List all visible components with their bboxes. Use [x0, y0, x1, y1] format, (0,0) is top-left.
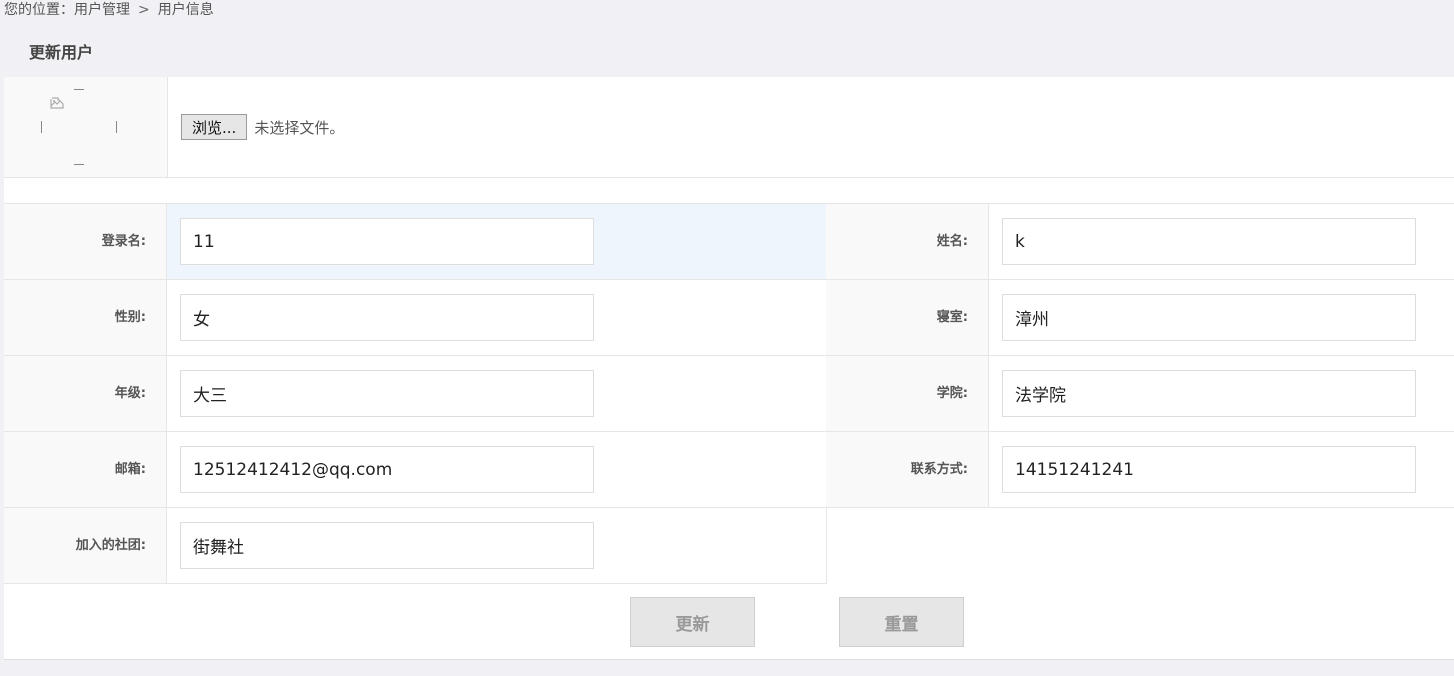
- form-row-login: 登录名: 姓名:: [4, 204, 1454, 280]
- email-label: 邮箱:: [4, 432, 167, 507]
- real-name-cell: [989, 204, 1454, 279]
- breadcrumb-prefix: 您的位置：: [4, 2, 74, 18]
- clubs-cell: [167, 508, 826, 583]
- file-status-text: 未选择文件。: [254, 118, 345, 137]
- dorm-cell: [989, 280, 1454, 355]
- form-row-email: 邮箱: 联系方式:: [4, 432, 1454, 508]
- grade-cell: [167, 356, 826, 431]
- breadcrumb-item-user-management[interactable]: 用户管理: [74, 2, 130, 18]
- login-name-label: 登录名:: [4, 204, 167, 279]
- dorm-input[interactable]: [1002, 294, 1416, 341]
- phone-input[interactable]: [1002, 446, 1416, 493]
- email-input[interactable]: [180, 446, 594, 493]
- college-cell: [989, 356, 1454, 431]
- email-cell: [167, 432, 826, 507]
- real-name-label: 姓名:: [826, 204, 989, 279]
- breadcrumb-item-user-info[interactable]: 用户信息: [158, 2, 214, 18]
- college-input[interactable]: [1002, 370, 1416, 417]
- login-name-cell: [167, 204, 826, 279]
- update-button[interactable]: 更新: [630, 597, 755, 647]
- page-title: 更新用户: [29, 43, 94, 62]
- file-upload: 浏览... 未选择文件。: [181, 114, 344, 140]
- grade-input[interactable]: [180, 370, 594, 417]
- form-right-border: [826, 507, 827, 584]
- broken-image-icon: [50, 97, 64, 109]
- update-user-panel: 浏览... 未选择文件。 登录名: 姓名: 性别: 寝室:: [4, 77, 1454, 660]
- spacer-row: [4, 178, 1454, 204]
- form-bottom-border: [4, 583, 827, 584]
- reset-button[interactable]: 重置: [839, 597, 964, 647]
- browse-file-button[interactable]: 浏览...: [181, 114, 248, 140]
- gender-cell: [167, 280, 826, 355]
- form-row-clubs: 加入的社团:: [4, 508, 826, 583]
- phone-label: 联系方式:: [826, 432, 989, 507]
- clubs-label: 加入的社团:: [4, 508, 167, 583]
- login-name-input[interactable]: [180, 218, 594, 265]
- college-label: 学院:: [826, 356, 989, 431]
- avatar: [41, 89, 117, 165]
- clubs-input[interactable]: [180, 522, 594, 569]
- avatar-cell: [4, 77, 168, 177]
- dorm-label: 寝室:: [826, 280, 989, 355]
- gender-input[interactable]: [180, 294, 594, 341]
- panel-bottom-border: [4, 659, 1454, 660]
- breadcrumb-separator: >: [138, 2, 150, 18]
- avatar-row: 浏览... 未选择文件。: [4, 77, 1454, 178]
- gender-label: 性别:: [4, 280, 167, 355]
- real-name-input[interactable]: [1002, 218, 1416, 265]
- breadcrumb: 您的位置：用户管理 > 用户信息: [4, 2, 214, 18]
- form-row-grade: 年级: 学院:: [4, 356, 1454, 432]
- phone-cell: [989, 432, 1454, 507]
- grade-label: 年级:: [4, 356, 167, 431]
- form-row-gender: 性别: 寝室:: [4, 280, 1454, 356]
